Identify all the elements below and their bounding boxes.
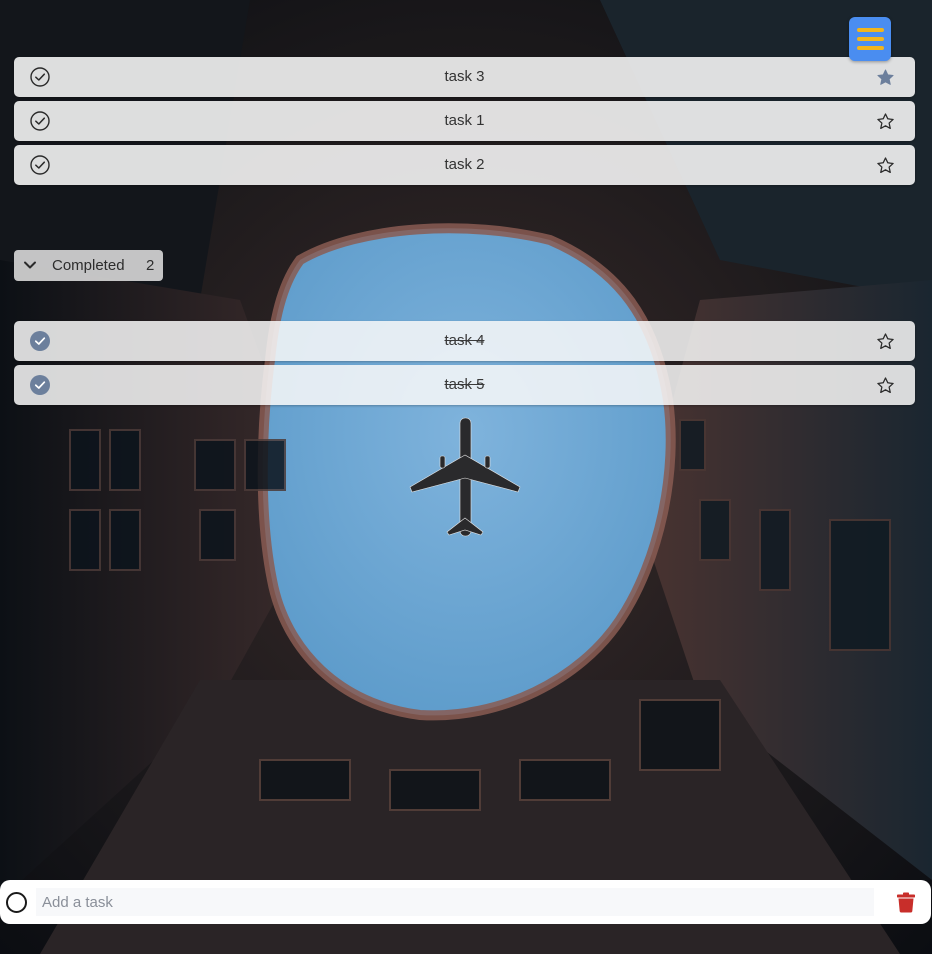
- completed-section-toggle[interactable]: Completed 2: [14, 250, 163, 281]
- check-circle-outline-icon[interactable]: [30, 111, 50, 131]
- check-circle-outline-icon[interactable]: [30, 155, 50, 175]
- add-task-bar: [0, 880, 931, 924]
- trash-icon[interactable]: [896, 892, 916, 913]
- chevron-down-icon: [24, 261, 36, 269]
- check-circle-filled-icon[interactable]: [30, 331, 50, 351]
- background-photo: [0, 0, 932, 954]
- task-row[interactable]: task 3: [14, 57, 915, 97]
- star-icon[interactable]: [876, 68, 895, 87]
- completed-count-badge: 2: [146, 257, 155, 274]
- circle-icon: [6, 892, 27, 913]
- task-label: task 1: [444, 112, 485, 129]
- hamburger-menu-icon: [856, 28, 884, 32]
- task-label: task 5: [444, 376, 485, 393]
- completed-task-row[interactable]: task 4: [14, 321, 915, 361]
- task-label: task 4: [444, 332, 485, 349]
- check-circle-outline-icon[interactable]: [30, 67, 50, 87]
- star-icon[interactable]: [876, 332, 895, 351]
- task-label: task 3: [444, 68, 485, 85]
- star-icon[interactable]: [876, 156, 895, 175]
- task-row[interactable]: task 2: [14, 145, 915, 185]
- completed-task-row[interactable]: task 5: [14, 365, 915, 405]
- task-label: task 2: [444, 156, 485, 173]
- add-task-input[interactable]: [36, 888, 874, 916]
- completed-section-title: Completed: [52, 257, 125, 274]
- check-circle-filled-icon[interactable]: [30, 375, 50, 395]
- task-row[interactable]: task 1: [14, 101, 915, 141]
- menu-button[interactable]: [849, 17, 891, 61]
- star-icon[interactable]: [876, 376, 895, 395]
- star-icon[interactable]: [876, 112, 895, 131]
